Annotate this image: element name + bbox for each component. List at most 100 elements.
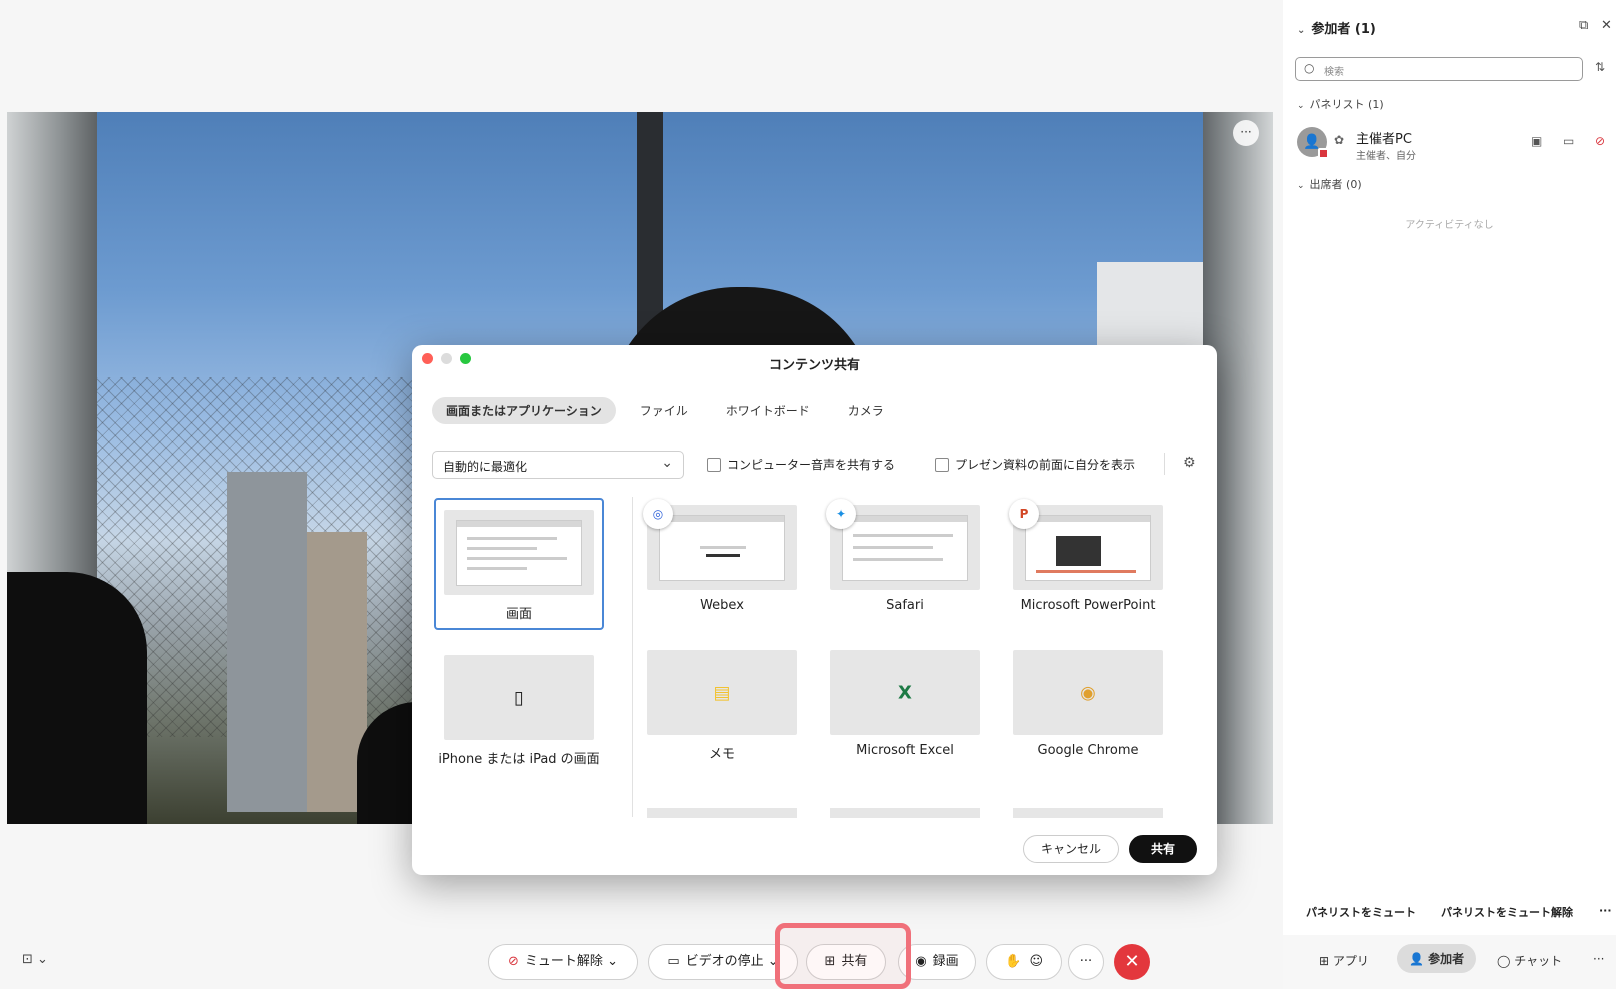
- person-shoulder: [7, 572, 147, 824]
- participants-panel: ⌄ 参加者 (1) ⧉ ✕ ○ 検索 ⇅ ⌄ パネリスト (1) 👤 ✿ 主催者PC…: [1283, 0, 1616, 989]
- chevron-down-icon: ⌄: [661, 455, 673, 471]
- muted-badge: [1318, 148, 1329, 159]
- toolbar-divider: [1164, 453, 1165, 475]
- share-tile-webex[interactable]: ◎ Webex: [637, 499, 807, 613]
- show-me-in-front-label: プレゼン資料の前面に自分を表示: [955, 458, 1136, 472]
- video-icon[interactable]: ▭: [1563, 134, 1574, 148]
- tile-divider: [632, 497, 633, 817]
- safari-thumbnail: ✦: [826, 499, 980, 590]
- window-preview: [1025, 515, 1151, 581]
- checkbox-icon: [707, 457, 721, 472]
- participants-header[interactable]: ⌄ 参加者 (1): [1297, 18, 1376, 37]
- attendees-section[interactable]: ⌄ 出席者 (0): [1297, 176, 1362, 192]
- panelists-section[interactable]: ⌄ パネリスト (1): [1297, 96, 1384, 112]
- popout-icon[interactable]: ⧉: [1579, 18, 1588, 33]
- safari-icon: ✦: [826, 499, 856, 529]
- chevron-down-icon: ⌄: [1297, 181, 1305, 191]
- participant-name: 主催者PC: [1356, 132, 1412, 147]
- dialog-title: コンテンツ共有: [768, 358, 860, 373]
- checkbox-icon: [935, 457, 949, 472]
- mute-panelists-button[interactable]: パネリストをミュート: [1306, 904, 1416, 920]
- close-icon: ✕: [1124, 951, 1140, 972]
- end-meeting-button[interactable]: ✕: [1114, 944, 1150, 980]
- close-icon[interactable]: ✕: [1601, 18, 1612, 33]
- powerpoint-icon: P: [1009, 499, 1039, 529]
- emoji-icon[interactable]: ☺: [1029, 954, 1043, 969]
- sort-icon[interactable]: ⇅: [1595, 60, 1605, 74]
- powerpoint-thumbnail: P: [1009, 499, 1163, 590]
- share-tile-iphone[interactable]: ▯ iPhone または iPad の画面: [434, 655, 604, 767]
- tile-label: Webex: [700, 598, 744, 613]
- chrome-thumbnail: ◉: [1013, 650, 1163, 735]
- cancel-button[interactable]: キャンセル: [1023, 835, 1119, 863]
- notes-icon: ▤: [713, 682, 731, 703]
- share-tile-chrome[interactable]: ◉ Google Chrome: [1003, 650, 1173, 758]
- excel-thumbnail: X: [830, 650, 980, 735]
- chat-label: チャット: [1514, 954, 1563, 968]
- share-button[interactable]: 共有: [1129, 835, 1197, 863]
- tile-label: Google Chrome: [1037, 743, 1139, 758]
- show-me-in-front-checkbox[interactable]: プレゼン資料の前面に自分を表示: [935, 456, 1135, 473]
- share-tile-partial[interactable]: [830, 808, 980, 818]
- no-activity-text: アクティビティなし: [1405, 220, 1494, 231]
- share-tile-excel[interactable]: X Microsoft Excel: [820, 650, 990, 758]
- record-label: 録画: [932, 954, 959, 969]
- chat-button[interactable]: ◯ チャット: [1497, 952, 1562, 969]
- video-more-button[interactable]: ···: [1233, 120, 1259, 146]
- memo-thumbnail: ▤: [647, 650, 797, 735]
- tab-screen-or-app[interactable]: 画面またはアプリケーション: [432, 397, 616, 424]
- unmute-panelists-button[interactable]: パネリストをミュート解除: [1441, 904, 1573, 920]
- share-audio-checkbox[interactable]: コンピューター音声を共有する: [707, 456, 895, 473]
- more-options-button[interactable]: ···: [1068, 944, 1104, 980]
- tile-label: Microsoft Excel: [856, 743, 954, 758]
- window-preview: [842, 515, 968, 581]
- share-tile-partial[interactable]: [1013, 808, 1163, 818]
- unmute-label: ミュート解除: [524, 954, 603, 969]
- search-placeholder: 検索: [1324, 67, 1344, 78]
- share-tile-powerpoint[interactable]: P Microsoft PowerPoint: [1003, 499, 1173, 613]
- building: [227, 472, 307, 812]
- mic-muted-icon[interactable]: ⊘: [1595, 134, 1605, 148]
- gear-icon[interactable]: ⚙: [1183, 455, 1196, 471]
- panel-more-button[interactable]: ···: [1599, 904, 1612, 917]
- video-icon: ▭: [667, 954, 680, 969]
- share-tile-partial[interactable]: [647, 808, 797, 818]
- content-share-dialog: コンテンツ共有 画面またはアプリケーション ファイル ホワイトボード カメラ 自…: [412, 345, 1217, 875]
- webex-thumbnail: ◎: [643, 499, 797, 590]
- participant-search-input[interactable]: ○ 検索: [1295, 57, 1583, 81]
- chevron-down-icon: ⌄: [607, 954, 618, 969]
- unmute-button[interactable]: ⊘ ミュート解除 ⌄: [488, 944, 638, 980]
- participants-button[interactable]: 👤 参加者: [1397, 944, 1477, 973]
- caption-icon[interactable]: ▣: [1531, 134, 1542, 148]
- participants-label: 参加者: [1428, 952, 1465, 966]
- apps-label: アプリ: [1332, 954, 1369, 968]
- share-tile-memo[interactable]: ▤ メモ: [637, 650, 807, 762]
- avatar: 👤: [1297, 127, 1329, 159]
- phone-icon: ▯: [514, 687, 524, 708]
- window-preview: [456, 520, 582, 586]
- screen-thumbnail: [444, 510, 594, 595]
- tab-camera[interactable]: カメラ: [834, 397, 898, 424]
- apps-icon: ⊞: [1319, 954, 1330, 968]
- captions-button[interactable]: ⊡ ⌄: [22, 952, 48, 967]
- iphone-thumbnail: ▯: [444, 655, 594, 740]
- chevron-down-icon: ⌄: [1297, 25, 1306, 36]
- footer-more-button[interactable]: ···: [1593, 952, 1604, 966]
- chat-icon: ◯: [1497, 954, 1511, 968]
- captions-icon: ⊡: [22, 952, 33, 967]
- tile-label: iPhone または iPad の画面: [438, 752, 600, 767]
- share-tile-screen[interactable]: 画面: [434, 498, 604, 630]
- mic-muted-icon: ⊘: [508, 954, 519, 969]
- chrome-icon: ◉: [1080, 682, 1096, 703]
- record-icon: ◉: [915, 954, 927, 969]
- participants-title: 参加者 (1): [1311, 22, 1376, 37]
- optimize-select[interactable]: 自動的に最適化 ⌄: [432, 451, 684, 479]
- highlight-annotation: [775, 923, 911, 989]
- share-tile-safari[interactable]: ✦ Safari: [820, 499, 990, 613]
- share-audio-label: コンピューター音声を共有する: [727, 458, 896, 472]
- raise-hand-icon[interactable]: ✋: [1005, 954, 1021, 969]
- tab-file[interactable]: ファイル: [626, 397, 702, 424]
- apps-button[interactable]: ⊞ アプリ: [1319, 952, 1369, 969]
- tab-whiteboard[interactable]: ホワイトボード: [712, 397, 824, 424]
- share-tabs: 画面またはアプリケーション ファイル ホワイトボード カメラ: [432, 397, 898, 424]
